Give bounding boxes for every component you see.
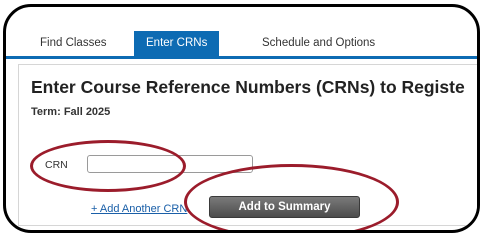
tab-schedule-and-options[interactable]: Schedule and Options	[250, 31, 387, 56]
term-value: Fall 2025	[63, 106, 111, 118]
screenshot-frame: Find Classes Enter CRNs Schedule and Opt…	[3, 4, 480, 233]
term-label: Term:	[31, 106, 64, 118]
enter-crns-panel: Enter Course Reference Numbers (CRNs) to…	[18, 64, 477, 226]
add-to-summary-button[interactable]: Add to Summary	[209, 196, 360, 218]
term-info: Term: Fall 2025	[31, 106, 110, 118]
tab-bar: Find Classes Enter CRNs Schedule and Opt…	[6, 31, 477, 59]
tab-enter-crns[interactable]: Enter CRNs	[134, 31, 220, 56]
crn-label: CRN	[45, 159, 68, 171]
add-another-crn-link[interactable]: + Add Another CRN	[91, 203, 187, 215]
crn-input[interactable]	[87, 155, 253, 173]
tab-find-classes[interactable]: Find Classes	[28, 31, 118, 56]
page-title: Enter Course Reference Numbers (CRNs) to…	[31, 77, 465, 97]
